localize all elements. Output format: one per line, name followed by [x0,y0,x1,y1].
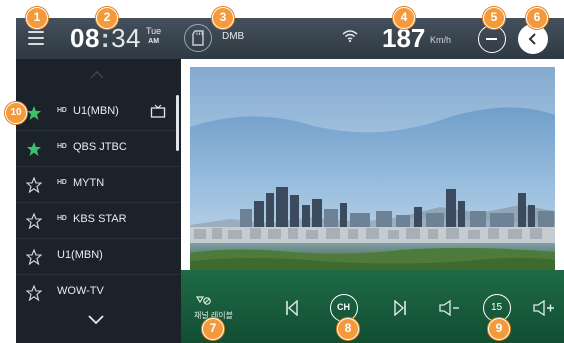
callout-badge: 2 [96,7,118,29]
minimize-button[interactable] [478,25,506,53]
channel-name: QBS JTBC [73,141,127,153]
volume-value: 15 [490,302,503,313]
source-label: DMB [222,31,245,42]
hd-badge: HD [57,179,67,186]
channel-name: U1(MBN) [57,249,103,261]
day-ampm: Tue AM [146,27,161,46]
star-outline-icon[interactable] [26,249,42,265]
callout-badge: 3 [212,7,234,29]
video-preview[interactable] [190,67,555,272]
list-scrollbar[interactable] [176,95,179,151]
sd-card-icon [192,30,204,46]
clock-hours: 08 [70,23,100,53]
clock-minutes: 34 [111,23,142,53]
callout-badge: 10 [5,102,27,124]
favorite-star-icon[interactable] [26,141,42,157]
channel-item[interactable]: WOW-TV [16,275,181,311]
callout-badge: 6 [526,7,548,29]
star-outline-icon[interactable] [26,177,42,193]
speed-unit: Km/h [430,35,452,45]
hd-badge: HD [57,215,67,222]
star-outline-icon[interactable] [26,213,42,229]
channel-item[interactable]: U1(MBN) [16,239,181,275]
channel-name: MYTN [73,177,105,189]
channel-list: HD U1(MBN) HD QBS JTBC HD MYTN HD KBS ST… [16,59,181,343]
hd-badge: HD [57,107,67,114]
filter-icon [196,296,211,305]
callout-badge: 5 [483,7,505,29]
ch-label: CH [337,302,350,312]
channel-name: KBS STAR [73,213,127,225]
wifi-icon [342,30,358,42]
hd-badge: HD [57,143,67,150]
channel-item[interactable]: HD QBS JTBC [16,131,181,167]
callout-badge: 8 [337,318,359,340]
dmb-screen: 08:34 Tue AM DMB 187 Km/h HD U1(MBN) HD … [0,0,564,343]
volume-down-icon[interactable] [439,300,461,316]
channel-name: U1(MBN) [73,105,119,117]
favorite-star-icon[interactable] [26,105,42,121]
skip-previous-icon[interactable] [285,300,299,316]
callout-badge: 1 [26,7,48,29]
star-outline-icon[interactable] [26,285,42,301]
callout-badge: 7 [202,318,224,340]
menu-icon[interactable] [28,31,44,45]
callout-badge: 4 [393,7,415,29]
channel-item[interactable]: HD MYTN [16,167,181,203]
ampm-label: AM [148,38,160,45]
chevron-left-icon [528,33,536,45]
city-skyline-image [190,67,555,272]
channel-item[interactable]: HD U1(MBN) [16,95,181,131]
scroll-down-icon[interactable] [88,315,104,325]
tv-icon [150,104,166,118]
skip-next-icon[interactable] [393,300,407,316]
dmb-source-button[interactable] [184,24,212,52]
channel-name: WOW-TV [57,285,104,297]
minus-icon [486,38,497,40]
callout-badge: 9 [488,318,510,340]
volume-up-icon[interactable] [533,300,557,316]
day-label: Tue [146,26,162,36]
channel-item[interactable]: HD KBS STAR [16,203,181,239]
scroll-up-icon[interactable] [90,71,104,79]
